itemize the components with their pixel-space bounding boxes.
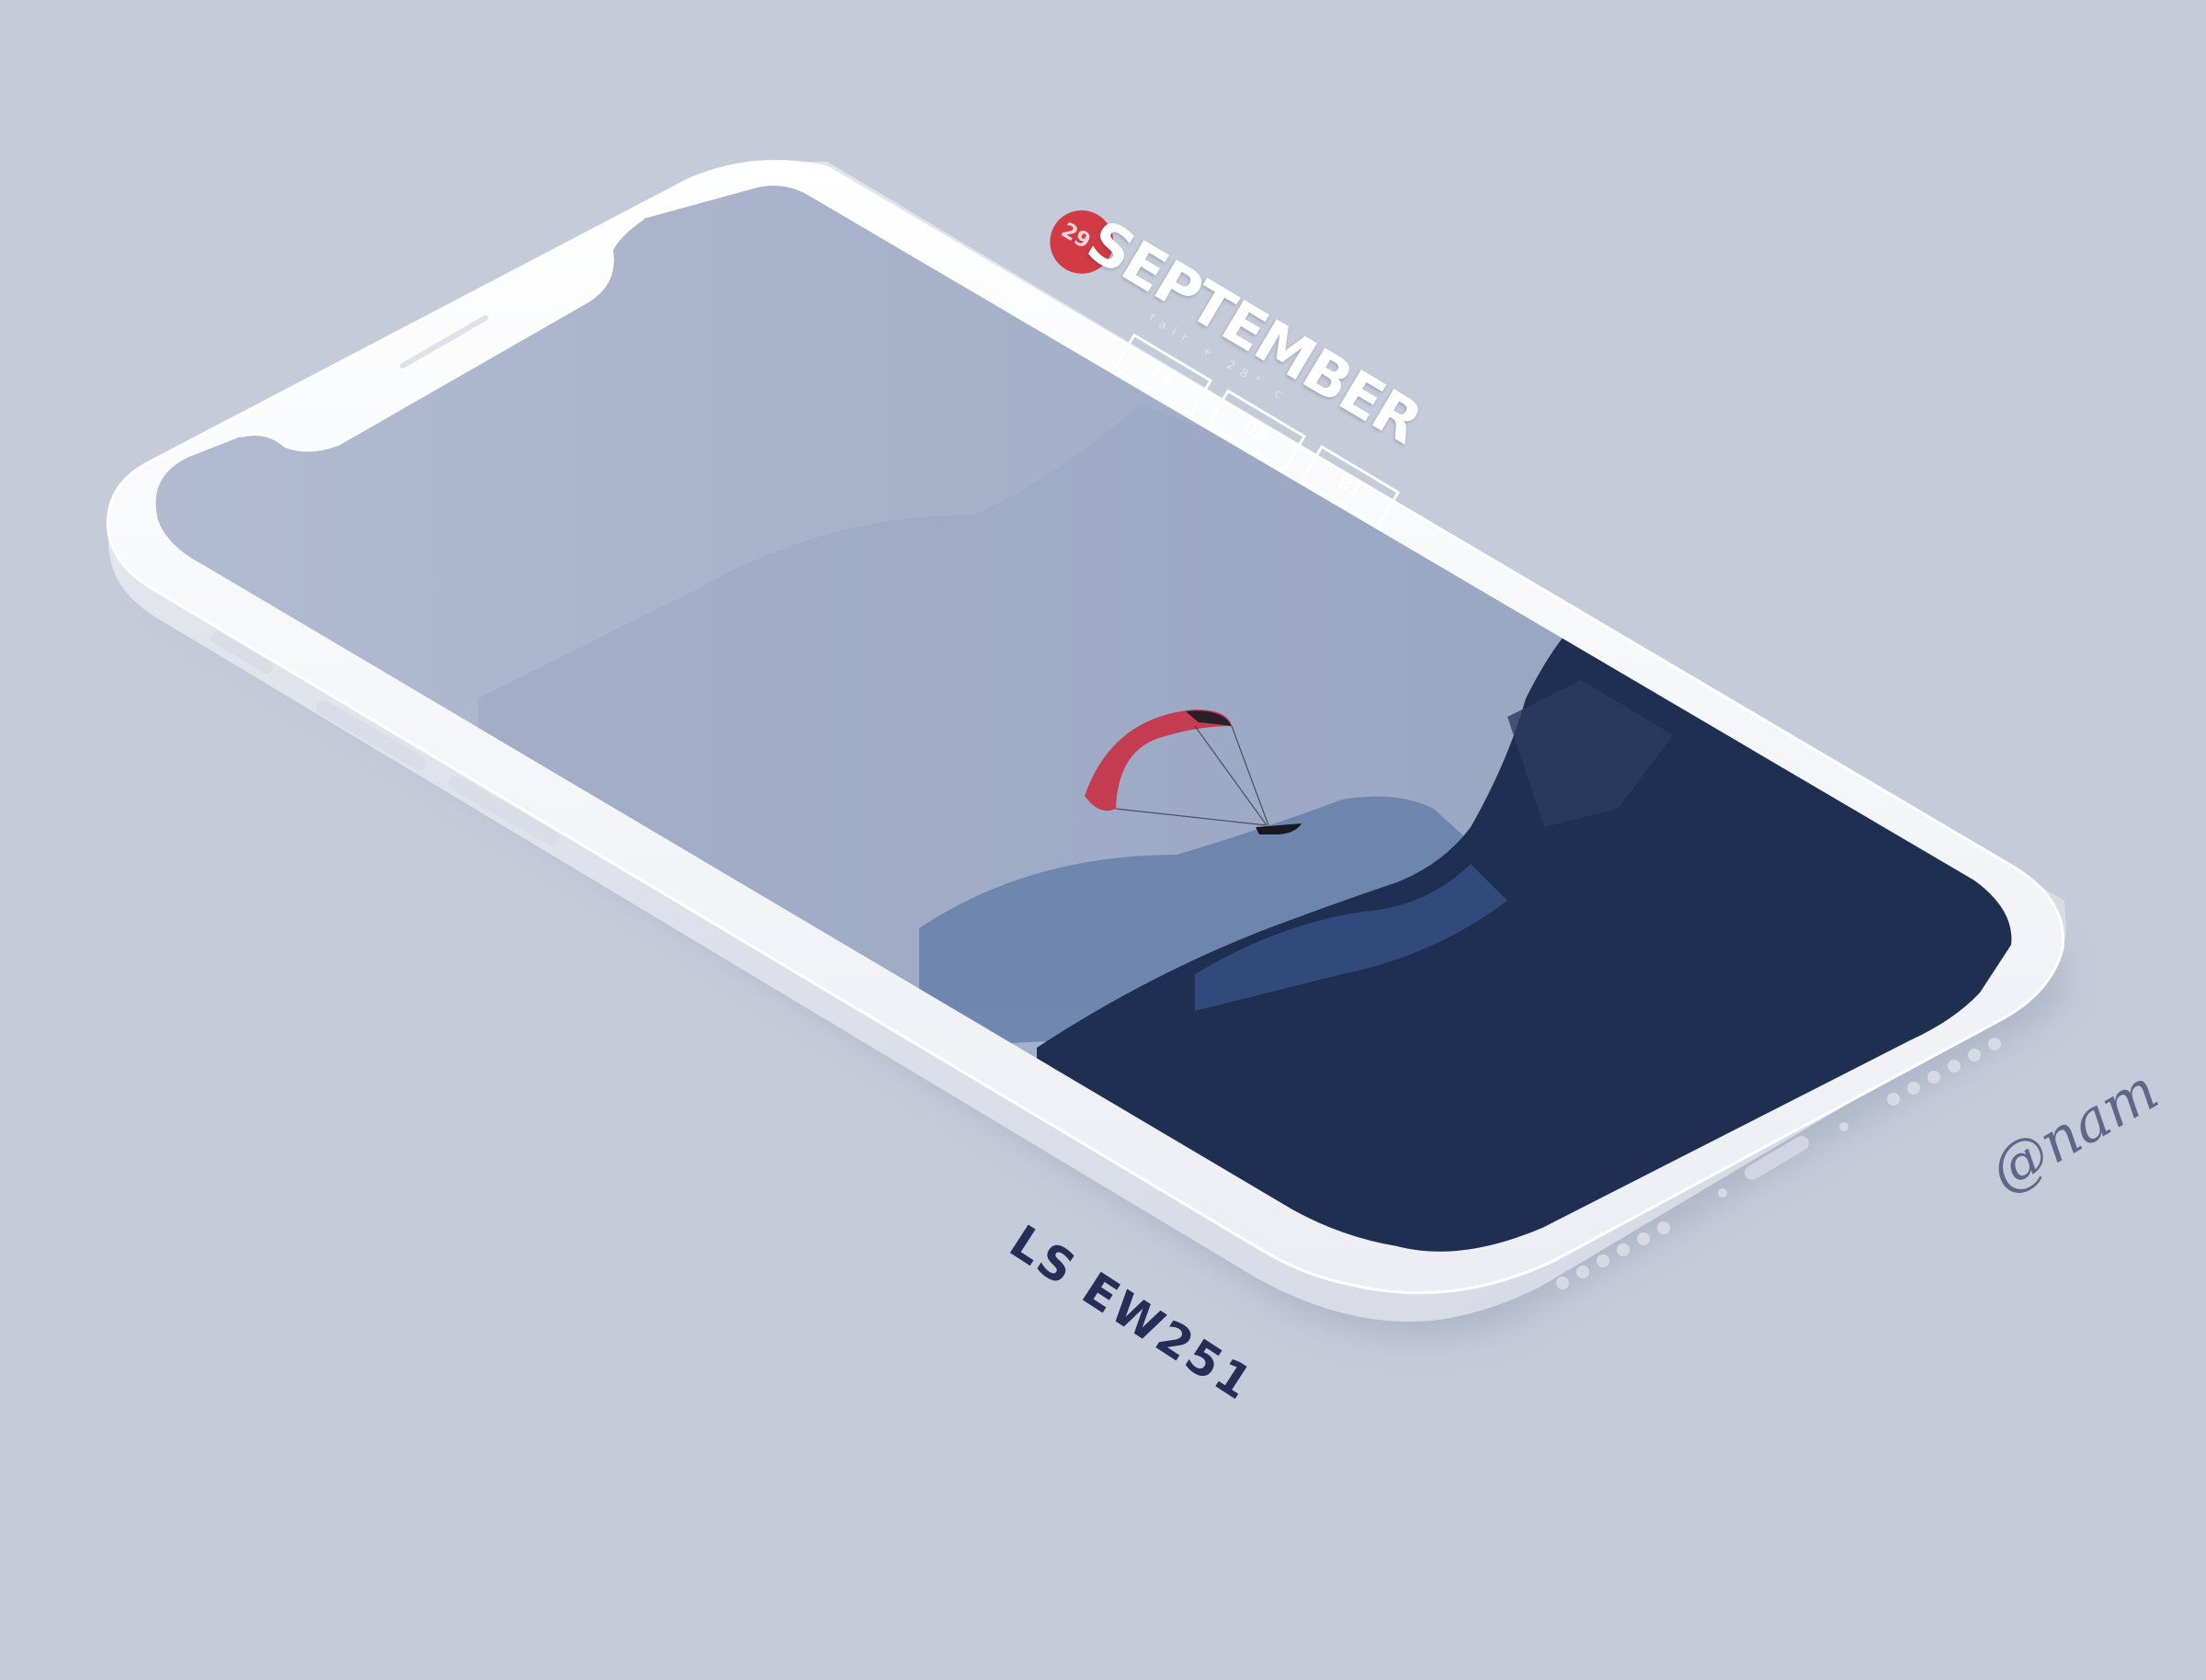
time-box-extra: 81	[1300, 445, 1401, 528]
time-box-hours-value: 11	[1146, 359, 1178, 391]
time-box-minutes-value: 03	[1240, 414, 1272, 447]
time-box-extra-value: 81	[1334, 471, 1366, 502]
time-box-minutes: 03	[1206, 389, 1307, 472]
